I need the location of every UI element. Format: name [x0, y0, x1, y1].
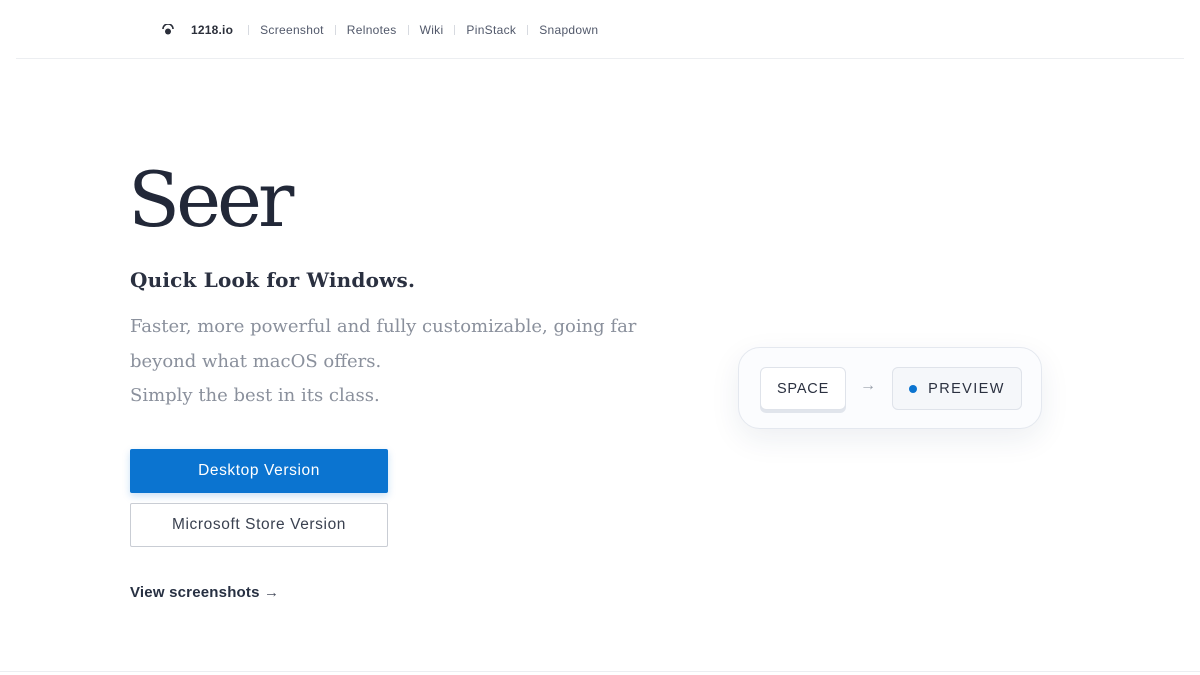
brand-link[interactable]: 1218.io [191, 23, 233, 37]
view-screenshots-link[interactable]: View screenshots → [130, 584, 279, 601]
arrow-right-icon: → [860, 377, 876, 394]
hero-description: Faster, more powerful and fully customiz… [130, 310, 670, 414]
arrow-right-icon: → [264, 584, 280, 601]
status-dot-icon [909, 384, 918, 393]
view-screenshots-label: View screenshots [130, 584, 260, 601]
nav-link-screenshot[interactable]: Screenshot [260, 23, 324, 37]
page-subtitle: Quick Look for Windows. [130, 268, 416, 292]
shortcut-illustration: SPACE → PREVIEW [738, 347, 1042, 429]
nav-bar: 1218.io Screenshot Relnotes Wiki PinStac… [162, 20, 598, 40]
description-line: Faster, more powerful and fully customiz… [130, 316, 637, 337]
description-line: beyond what macOS offers. [130, 350, 382, 372]
microsoft-store-version-button[interactable]: Microsoft Store Version [130, 503, 388, 547]
nav-divider [527, 25, 529, 35]
nav-link-snapdown[interactable]: Snapdown [539, 23, 598, 37]
nav-divider [248, 25, 250, 35]
desktop-version-button[interactable]: Desktop Version [130, 449, 388, 493]
top-navigation: 1218.io Screenshot Relnotes Wiki PinStac… [16, 0, 1184, 59]
nav-link-relnotes[interactable]: Relnotes [347, 23, 397, 37]
nav-divider [407, 25, 409, 35]
eye-icon[interactable] [162, 24, 174, 36]
space-key: SPACE [760, 367, 846, 410]
page-title: Seer [128, 155, 294, 244]
nav-divider [334, 25, 336, 35]
preview-badge: PREVIEW [892, 367, 1022, 410]
preview-label: PREVIEW [928, 380, 1005, 397]
description-line: Simply the best in its class. [130, 385, 380, 406]
nav-link-wiki[interactable]: Wiki [420, 23, 444, 37]
nav-link-pinstack[interactable]: PinStack [466, 23, 516, 37]
section-divider [0, 671, 1200, 672]
nav-divider [454, 25, 456, 35]
